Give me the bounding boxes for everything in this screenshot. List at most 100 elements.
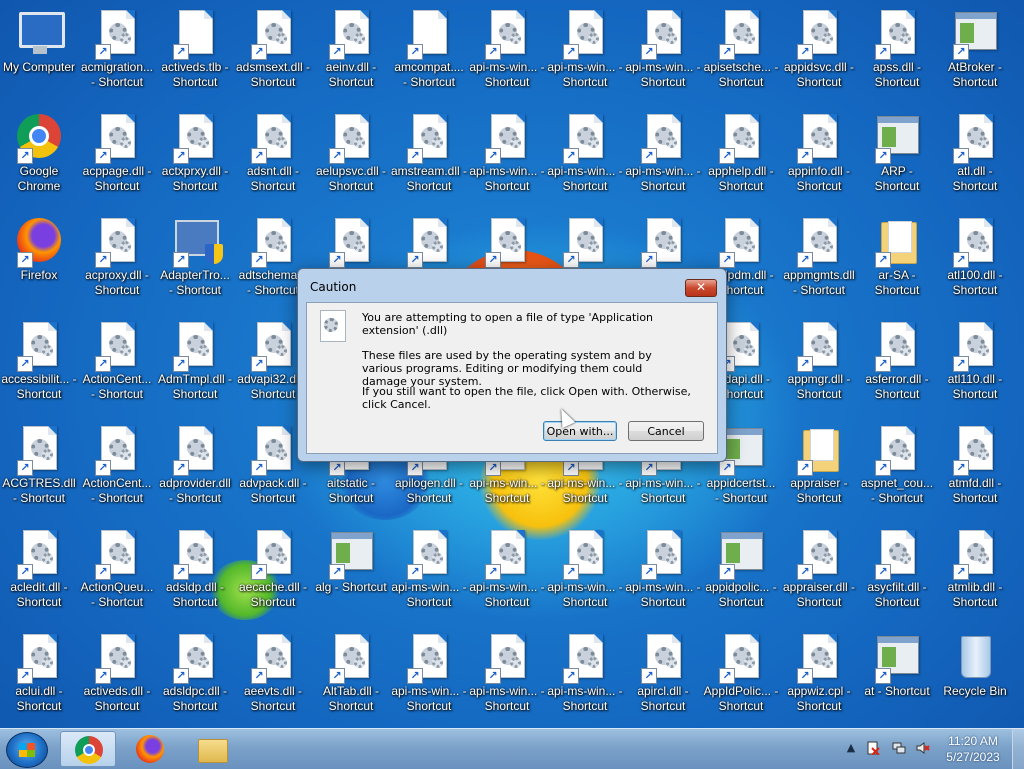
desktop-icon[interactable]: ↗ api-ms-win... - Shortcut <box>546 4 624 104</box>
taskbar-firefox-button[interactable] <box>122 731 178 767</box>
desktop-icon[interactable]: ↗ asferror.dll - Shortcut <box>858 316 936 416</box>
desktop-icon[interactable]: ↗ ar-SA - Shortcut <box>858 212 936 312</box>
desktop-icon[interactable]: ↗ apss.dll - Shortcut <box>858 4 936 104</box>
desktop-icon[interactable]: ↗ api-ms-win... - Shortcut <box>390 628 468 728</box>
desktop-icon[interactable]: ↗ adsnt.dll - Shortcut <box>234 108 312 208</box>
desktop-icon[interactable]: ↗ api-ms-win... - Shortcut <box>546 108 624 208</box>
show-hidden-icons-button[interactable]: ▲ <box>844 741 858 755</box>
desktop-icon[interactable]: ↗ ACGTRES.dll - Shortcut <box>0 420 78 520</box>
desktop-icon[interactable]: ↗ aelupsvc.dll - Shortcut <box>312 108 390 208</box>
cancel-button[interactable]: Cancel <box>628 421 704 441</box>
desktop-icon[interactable]: ↗ api-ms-win... - Shortcut <box>624 524 702 624</box>
show-desktop-button[interactable] <box>1012 729 1024 769</box>
taskbar-explorer-button[interactable] <box>184 731 240 767</box>
desktop-icon-label: adsnt.dll - Shortcut <box>246 164 300 193</box>
desktop-icon[interactable]: ↗ api-ms-win... - Shortcut <box>468 524 546 624</box>
desktop-icon[interactable]: ↗ api-ms-win... - Shortcut <box>468 4 546 104</box>
taskbar-chrome-button[interactable] <box>60 731 116 767</box>
desktop-icon[interactable]: ↗ adprovider.dll - Shortcut <box>156 420 234 520</box>
desktop-icon[interactable]: ↗ atl.dll - Shortcut <box>936 108 1014 208</box>
desktop-icon-label: api-ms-win... - Shortcut <box>547 60 623 89</box>
desktop-icon[interactable]: ↗ adsmsext.dll - Shortcut <box>234 4 312 104</box>
desktop-icon[interactable]: ↗ atmfd.dll - Shortcut <box>936 420 1014 520</box>
desktop-icon-label: acledit.dll - Shortcut <box>10 580 68 609</box>
desktop-icon[interactable]: ↗ activeds.dll - Shortcut <box>78 628 156 728</box>
desktop-icon[interactable]: ↗ acproxy.dll - Shortcut <box>78 212 156 312</box>
desktop-icon[interactable]: ↗ acppage.dll - Shortcut <box>78 108 156 208</box>
desktop-icon[interactable]: ↗ api-ms-win... - Shortcut <box>624 108 702 208</box>
dialog-message-filetype: You are attempting to open a file of typ… <box>362 311 654 337</box>
desktop-icon[interactable]: ↗ amstream.dll - Shortcut <box>390 108 468 208</box>
desktop-icon-label: advpack.dll - Shortcut <box>239 476 307 505</box>
desktop-icon[interactable]: ↗ AppIdPolic... - Shortcut <box>702 628 780 728</box>
desktop-icon[interactable]: ↗ AdapterTro... - Shortcut <box>156 212 234 312</box>
desktop-icon-label: api-ms-win... - Shortcut <box>625 580 701 609</box>
desktop-icon[interactable]: ↗ api-ms-win... - Shortcut <box>468 108 546 208</box>
desktop-icon[interactable]: ↗ apphelp.dll - Shortcut <box>702 108 780 208</box>
desktop-icon[interactable]: ↗ activeds.tlb - Shortcut <box>156 4 234 104</box>
start-button[interactable] <box>6 732 48 768</box>
desktop-icon[interactable]: ↗ apisetsche... - Shortcut <box>702 4 780 104</box>
desktop-icon[interactable]: ↗ api-ms-win... - Shortcut <box>624 4 702 104</box>
desktop-icon[interactable]: ↗ atl110.dll - Shortcut <box>936 316 1014 416</box>
desktop-icon[interactable]: ↗ alg - Shortcut <box>312 524 390 624</box>
desktop-icon[interactable]: ↗ atl100.dll - Shortcut <box>936 212 1014 312</box>
desktop-icon-label: appraiser.dll - Shortcut <box>782 580 856 609</box>
desktop-icon[interactable]: ↗ appmgr.dll - Shortcut <box>780 316 858 416</box>
desktop-icon[interactable]: ↗ ActionCent... - Shortcut <box>78 420 156 520</box>
dll-shortcut-icon: ↗ <box>93 114 141 164</box>
dialog-titlebar[interactable]: Caution ✕ <box>298 269 726 301</box>
desktop-icon[interactable]: ↗ amcompat.... - Shortcut <box>390 4 468 104</box>
desktop-icon[interactable]: ↗ aeinv.dll - Shortcut <box>312 4 390 104</box>
folder-shortcut-icon: ↗ <box>795 426 843 476</box>
desktop-icon[interactable]: ↗ aeevts.dll - Shortcut <box>234 628 312 728</box>
desktop-icon[interactable]: ↗ atmlib.dll - Shortcut <box>936 524 1014 624</box>
dll-shortcut-icon: ↗ <box>717 114 765 164</box>
desktop-icon[interactable]: ↗ api-ms-win... - Shortcut <box>390 524 468 624</box>
network-icon[interactable] <box>892 741 906 755</box>
action-center-icon[interactable] <box>866 741 880 756</box>
desktop-icon[interactable]: ↗ api-ms-win... - Shortcut <box>546 628 624 728</box>
desktop-icon[interactable]: ↗ appinfo.dll - Shortcut <box>780 108 858 208</box>
desktop-icon[interactable]: ↗ aecache.dll - Shortcut <box>234 524 312 624</box>
desktop-icon[interactable]: ↗ appraiser.dll - Shortcut <box>780 524 858 624</box>
close-icon: ✕ <box>695 280 707 294</box>
desktop-icon[interactable]: ↗ api-ms-win... - Shortcut <box>468 628 546 728</box>
desktop-icon[interactable]: ↗ appraiser - Shortcut <box>780 420 858 520</box>
desktop-icon[interactable]: ↗ Google Chrome <box>0 108 78 208</box>
close-button[interactable]: ✕ <box>685 279 717 297</box>
desktop-icon[interactable]: ↗ apircl.dll - Shortcut <box>624 628 702 728</box>
desktop-icon[interactable]: ↗ adsldp.dll - Shortcut <box>156 524 234 624</box>
desktop-icon[interactable]: ↗ acmigration... - Shortcut <box>78 4 156 104</box>
taskbar-clock[interactable]: 11:20 AM 5/27/2023 <box>946 733 1000 765</box>
desktop-icon[interactable]: ↗ Firefox <box>0 212 78 312</box>
desktop-icon[interactable]: ↗ appwiz.cpl - Shortcut <box>780 628 858 728</box>
desktop-icon[interactable]: Recycle Bin <box>936 628 1014 728</box>
dialog-body: You are attempting to open a file of typ… <box>306 302 718 454</box>
desktop-icon[interactable]: ↗ aspnet_cou... - Shortcut <box>858 420 936 520</box>
desktop-icon[interactable]: ↗ ActionCent... - Shortcut <box>78 316 156 416</box>
desktop-icon[interactable]: ↗ appidsvc.dll - Shortcut <box>780 4 858 104</box>
desktop-icon-label: at - Shortcut <box>864 684 930 698</box>
desktop-icon[interactable]: My Computer <box>0 4 78 104</box>
desktop-icon-label: appinfo.dll - Shortcut <box>787 164 851 193</box>
dll-shortcut-icon: ↗ <box>171 530 219 580</box>
desktop-icon[interactable]: ↗ AdmTmpl.dll - Shortcut <box>156 316 234 416</box>
open-with-button[interactable]: Open with... <box>543 421 617 441</box>
volume-muted-icon[interactable] <box>916 741 930 755</box>
desktop-icon[interactable]: ↗ actxprxy.dll - Shortcut <box>156 108 234 208</box>
desktop-icon-label: appidcertst... - Shortcut <box>706 476 776 505</box>
desktop-icon[interactable]: ↗ acledit.dll - Shortcut <box>0 524 78 624</box>
desktop-icon[interactable]: ↗ adsldpc.dll - Shortcut <box>156 628 234 728</box>
desktop-icon[interactable]: ↗ appidpolic... - Shortcut <box>702 524 780 624</box>
desktop-icon[interactable]: ↗ api-ms-win... - Shortcut <box>546 524 624 624</box>
desktop-icon[interactable]: ↗ AtBroker - Shortcut <box>936 4 1014 104</box>
desktop-icon[interactable]: ↗ ARP - Shortcut <box>858 108 936 208</box>
desktop-icon[interactable]: ↗ accessibilit... - Shortcut <box>0 316 78 416</box>
desktop-icon[interactable]: ↗ asycfilt.dll - Shortcut <box>858 524 936 624</box>
desktop-icon[interactable]: ↗ AltTab.dll - Shortcut <box>312 628 390 728</box>
desktop-icon[interactable]: ↗ aclui.dll - Shortcut <box>0 628 78 728</box>
desktop-icon[interactable]: ↗ appmgmts.dll - Shortcut <box>780 212 858 312</box>
desktop-icon[interactable]: ↗ at - Shortcut <box>858 628 936 728</box>
desktop-icon[interactable]: ↗ ActionQueu... - Shortcut <box>78 524 156 624</box>
